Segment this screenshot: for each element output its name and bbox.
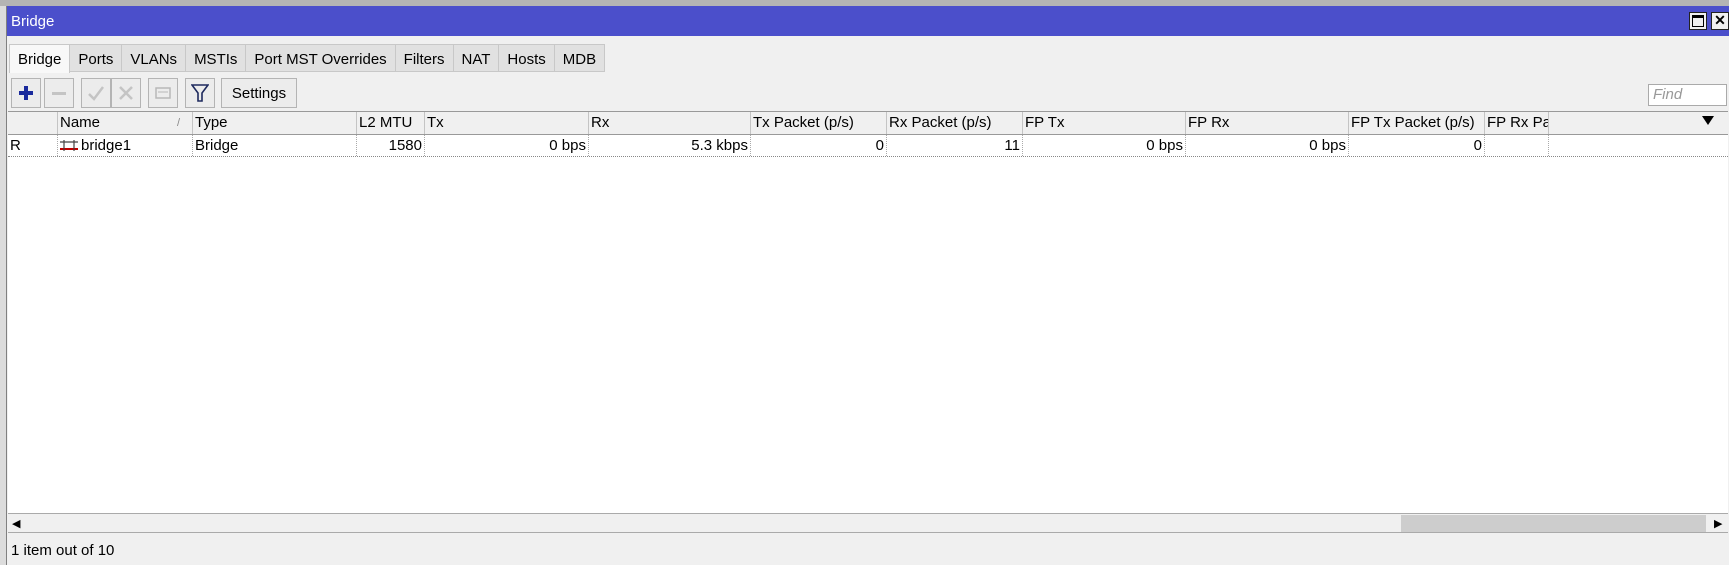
row-fp-rx: 0 bps — [1186, 135, 1349, 156]
tab-mstis[interactable]: MSTIs — [186, 44, 247, 72]
scroll-left-icon[interactable]: ◀ — [12, 517, 20, 530]
bridge-table: Name / Type L2 MTU Tx Rx Tx Packet (p/s)… — [8, 111, 1728, 514]
tab-port-mst-overrides[interactable]: Port MST Overrides — [246, 44, 396, 72]
remove-button[interactable] — [44, 78, 74, 108]
row-name-cell: bridge1 — [58, 135, 193, 156]
scroll-right-icon[interactable]: ▶ — [1714, 517, 1722, 530]
column-header-type[interactable]: Type — [193, 112, 357, 134]
maximize-icon — [1692, 15, 1704, 27]
column-header-fp-rx[interactable]: FP Rx — [1186, 112, 1349, 134]
x-icon — [119, 86, 133, 100]
tab-vlans[interactable]: VLANs — [122, 44, 187, 72]
comment-icon — [155, 87, 171, 99]
row-fp-tx: 0 bps — [1023, 135, 1186, 156]
row-rx: 5.3 kbps — [589, 135, 751, 156]
column-header-rx[interactable]: Rx — [589, 112, 751, 134]
tab-nat[interactable]: NAT — [453, 44, 500, 72]
check-icon — [88, 86, 104, 101]
enable-button[interactable] — [81, 78, 111, 108]
row-name: bridge1 — [81, 137, 132, 154]
plus-icon — [19, 86, 33, 100]
column-menu-chevron-down-icon[interactable] — [1702, 116, 1714, 125]
row-rx-packet: 11 — [887, 135, 1023, 156]
close-icon: ✕ — [1714, 12, 1726, 28]
filter-icon — [191, 84, 209, 102]
row-tx-packet: 0 — [751, 135, 887, 156]
table-header: Name / Type L2 MTU Tx Rx Tx Packet (p/s)… — [8, 112, 1728, 135]
row-fp-rx-packet — [1485, 135, 1549, 156]
tab-bridge[interactable]: Bridge — [9, 44, 71, 73]
column-header-l2-mtu[interactable]: L2 MTU — [357, 112, 425, 134]
comment-button[interactable] — [148, 78, 178, 108]
table-row[interactable]: R bridge1 Bridge 1580 0 bps 5.3 kbps 0 1… — [8, 135, 1728, 157]
scrollbar-thumb[interactable] — [1401, 515, 1706, 532]
column-header-fp-tx[interactable]: FP Tx — [1023, 112, 1186, 134]
horizontal-scrollbar[interactable]: ◀ ▶ — [8, 513, 1728, 533]
bridge-icon — [60, 140, 78, 151]
column-header-tx-packet[interactable]: Tx Packet (p/s) — [751, 112, 887, 134]
add-button[interactable] — [11, 78, 41, 108]
status-bar-text: 1 item out of 10 — [11, 542, 115, 559]
column-header-fp-rx-packet[interactable]: FP Rx Pa — [1485, 112, 1549, 134]
find-input[interactable]: Find — [1648, 84, 1727, 106]
filter-button[interactable] — [185, 78, 215, 108]
disable-button[interactable] — [111, 78, 141, 108]
tab-ports[interactable]: Ports — [70, 44, 123, 72]
row-l2-mtu: 1580 — [357, 135, 425, 156]
title-bar[interactable]: Bridge ✕ — [7, 6, 1729, 36]
column-header-flags[interactable] — [8, 112, 58, 134]
tab-hosts[interactable]: Hosts — [499, 44, 555, 72]
tab-mdb[interactable]: MDB — [554, 44, 606, 72]
row-type: Bridge — [193, 135, 357, 156]
sort-indicator-icon: / — [177, 117, 181, 129]
tab-bar: Bridge Ports VLANs MSTIs Port MST Overri… — [9, 44, 606, 73]
bridge-window: Bridge ✕ Bridge Ports VLANs MSTIs Port M… — [6, 6, 1729, 565]
window-title: Bridge — [11, 13, 55, 30]
tab-filters[interactable]: Filters — [395, 44, 454, 72]
column-header-rx-packet[interactable]: Rx Packet (p/s) — [887, 112, 1023, 134]
toolbar: Settings Find — [7, 78, 1729, 110]
settings-button[interactable]: Settings — [221, 78, 297, 108]
column-header-tx[interactable]: Tx — [425, 112, 589, 134]
row-fp-tx-packet: 0 — [1349, 135, 1485, 156]
column-header-fp-tx-packet[interactable]: FP Tx Packet (p/s) — [1349, 112, 1485, 134]
row-tx: 0 bps — [425, 135, 589, 156]
column-header-name-label: Name — [60, 114, 101, 131]
close-button[interactable]: ✕ — [1711, 12, 1729, 30]
row-flag: R — [8, 135, 58, 156]
minus-icon — [52, 92, 66, 95]
column-header-name[interactable]: Name / — [58, 112, 193, 134]
maximize-button[interactable] — [1689, 12, 1707, 30]
